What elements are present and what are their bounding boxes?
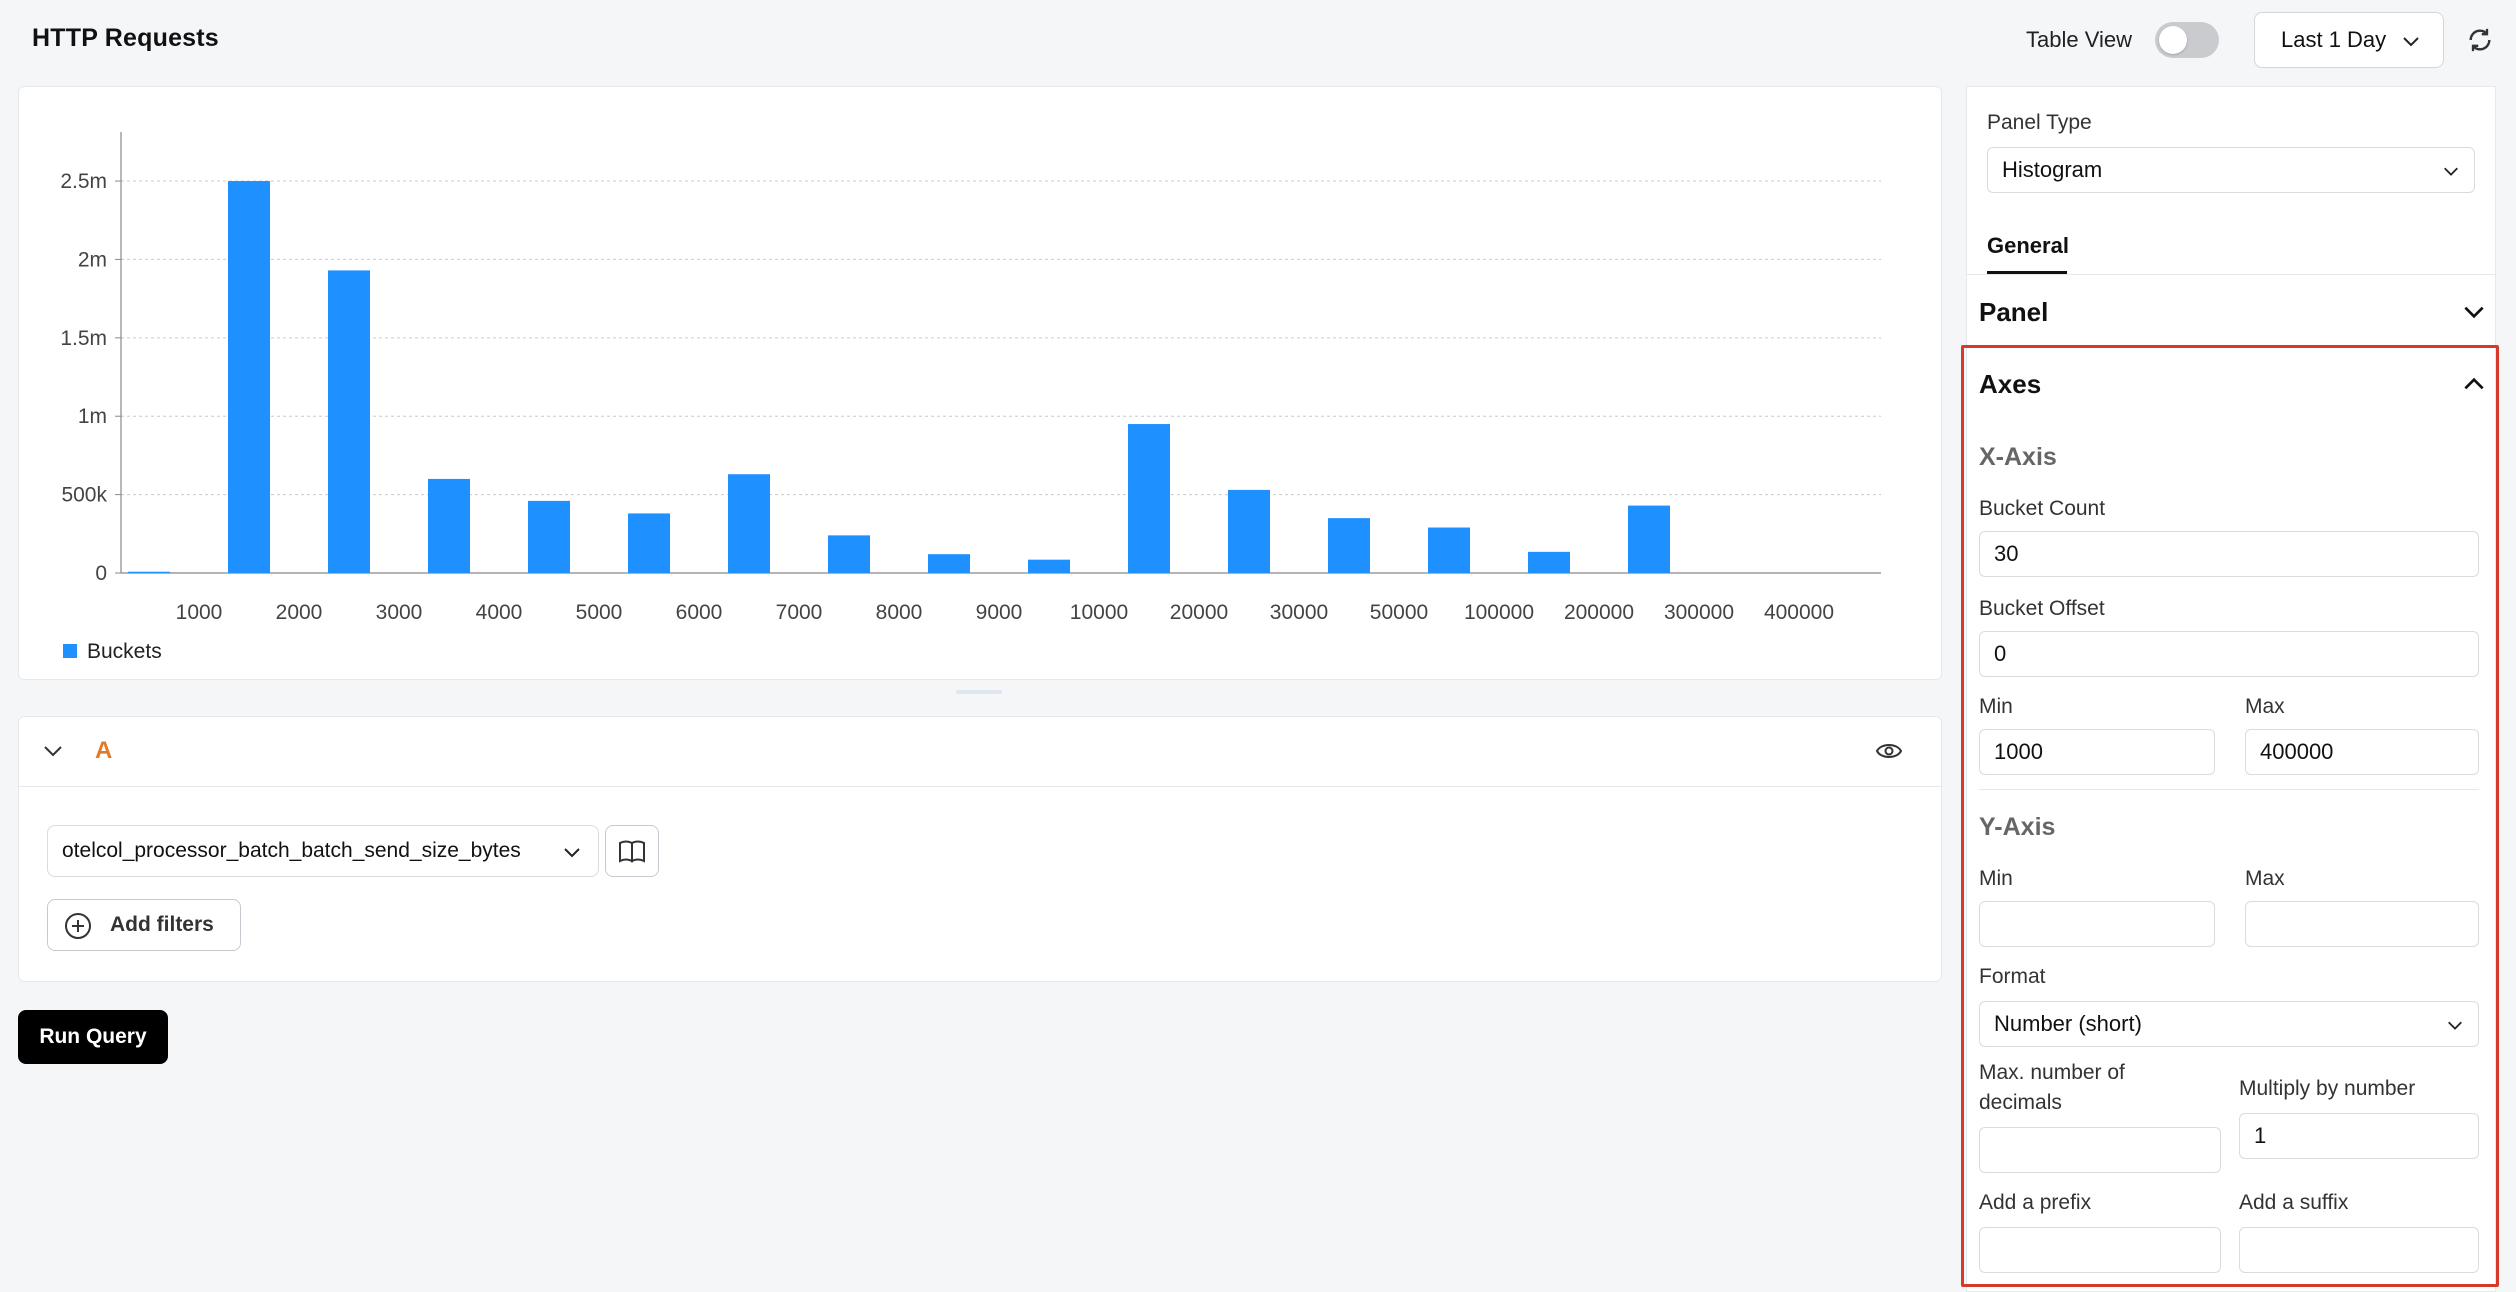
run-query-button[interactable]: Run Query — [18, 1010, 168, 1064]
histogram-bar — [828, 535, 870, 573]
x-tick-label: 9000 — [976, 601, 1023, 624]
histogram-bar — [428, 478, 470, 573]
x-tick-label: 4000 — [476, 601, 523, 624]
x-tick-label: 7000 — [776, 601, 823, 624]
histogram-bar — [1428, 527, 1470, 573]
add-filters-label: Add filters — [110, 913, 214, 936]
metric-select[interactable]: otelcol_processor_batch_batch_send_size_… — [47, 825, 599, 877]
chart-panel: 0 500k 1m 1.5m 2m 2.5m 1000 2000 3000 4000 5000 600… — [18, 86, 1942, 680]
top-bar: HTTP Requests Table View Last 1 Day — [0, 0, 2516, 80]
y-tick-label: 2.5m — [60, 170, 107, 193]
histogram-bar — [1628, 505, 1670, 573]
legend-swatch — [63, 644, 77, 658]
chevron-down-icon — [2444, 167, 2458, 176]
x-tick-label: 100000 — [1464, 601, 1534, 624]
y-tick-label: 1.5m — [60, 327, 107, 350]
table-view-label: Table View — [2026, 27, 2132, 52]
query-header: A — [19, 717, 1941, 787]
plus-circle-icon — [65, 913, 91, 939]
y-tick-label: 2m — [78, 248, 107, 271]
histogram-bar — [1128, 424, 1170, 573]
x-tick-label: 5000 — [576, 601, 623, 624]
add-filters-button[interactable]: Add filters — [47, 899, 241, 951]
metric-name: otelcol_processor_batch_batch_send_size_… — [62, 839, 521, 862]
x-tick-label: 50000 — [1370, 601, 1428, 624]
refresh-icon[interactable] — [2466, 26, 2494, 54]
chevron-down-icon — [564, 848, 580, 858]
y-tick-label: 500k — [61, 484, 107, 507]
time-range-select[interactable]: Last 1 Day — [2254, 12, 2444, 68]
x-tick-label: 300000 — [1664, 601, 1734, 624]
panel-type-value: Histogram — [2002, 157, 2103, 182]
histogram-bar — [728, 474, 770, 573]
x-tick-label: 2000 — [276, 601, 323, 624]
x-tick-label: 1000 — [176, 601, 223, 624]
x-tick-label: 3000 — [376, 601, 423, 624]
x-tick-label: 20000 — [1170, 601, 1228, 624]
chevron-down-icon — [2403, 37, 2419, 47]
y-tick-label: 0 — [95, 562, 107, 585]
histogram-bar — [228, 181, 270, 573]
x-tick-label: 8000 — [876, 601, 923, 624]
histogram-bar — [1228, 489, 1270, 573]
time-range-value: Last 1 Day — [2281, 27, 2387, 52]
histogram-bar — [328, 270, 370, 573]
y-tick-label: 1m — [78, 405, 107, 428]
histogram-bar — [1528, 551, 1570, 573]
x-tick-label: 400000 — [1764, 601, 1834, 624]
chevron-down-icon[interactable] — [2461, 299, 2487, 325]
legend-label: Buckets — [87, 640, 162, 663]
tab-general[interactable]: General — [1987, 233, 2069, 259]
histogram-bar — [628, 513, 670, 573]
metric-docs-button[interactable] — [605, 825, 659, 877]
histogram-bar — [928, 554, 970, 573]
x-tick-label: 30000 — [1270, 601, 1328, 624]
chevron-down-icon[interactable] — [41, 739, 65, 763]
histogram-bar — [1028, 559, 1070, 573]
axes-section-highlight — [1961, 345, 2499, 1287]
histogram-chart: 0 500k 1m 1.5m 2m 2.5m 1000 2000 3000 4000 5000 600… — [60, 132, 1881, 663]
histogram-bar — [128, 571, 170, 573]
x-tick-label: 6000 — [676, 601, 723, 624]
table-view-toggle[interactable] — [2155, 22, 2219, 58]
x-tick-label: 200000 — [1564, 601, 1634, 624]
resize-handle[interactable] — [956, 690, 1002, 694]
panel-type-select[interactable]: Histogram — [1987, 147, 2475, 193]
query-letter: A — [95, 737, 113, 764]
tab-divider — [1967, 274, 2495, 275]
x-tick-label: 10000 — [1070, 601, 1128, 624]
panel-type-label: Panel Type — [1987, 111, 2092, 134]
histogram-bar — [1328, 518, 1370, 573]
page-title: HTTP Requests — [32, 24, 219, 52]
panel-section-header[interactable]: Panel — [1979, 297, 2048, 328]
histogram-bar — [528, 500, 570, 573]
eye-icon[interactable] — [1875, 739, 1903, 763]
book-icon — [619, 840, 645, 863]
toggle-knob — [2159, 26, 2187, 54]
query-builder: A otelcol_processor_batch_batch_send_siz… — [18, 716, 1942, 982]
